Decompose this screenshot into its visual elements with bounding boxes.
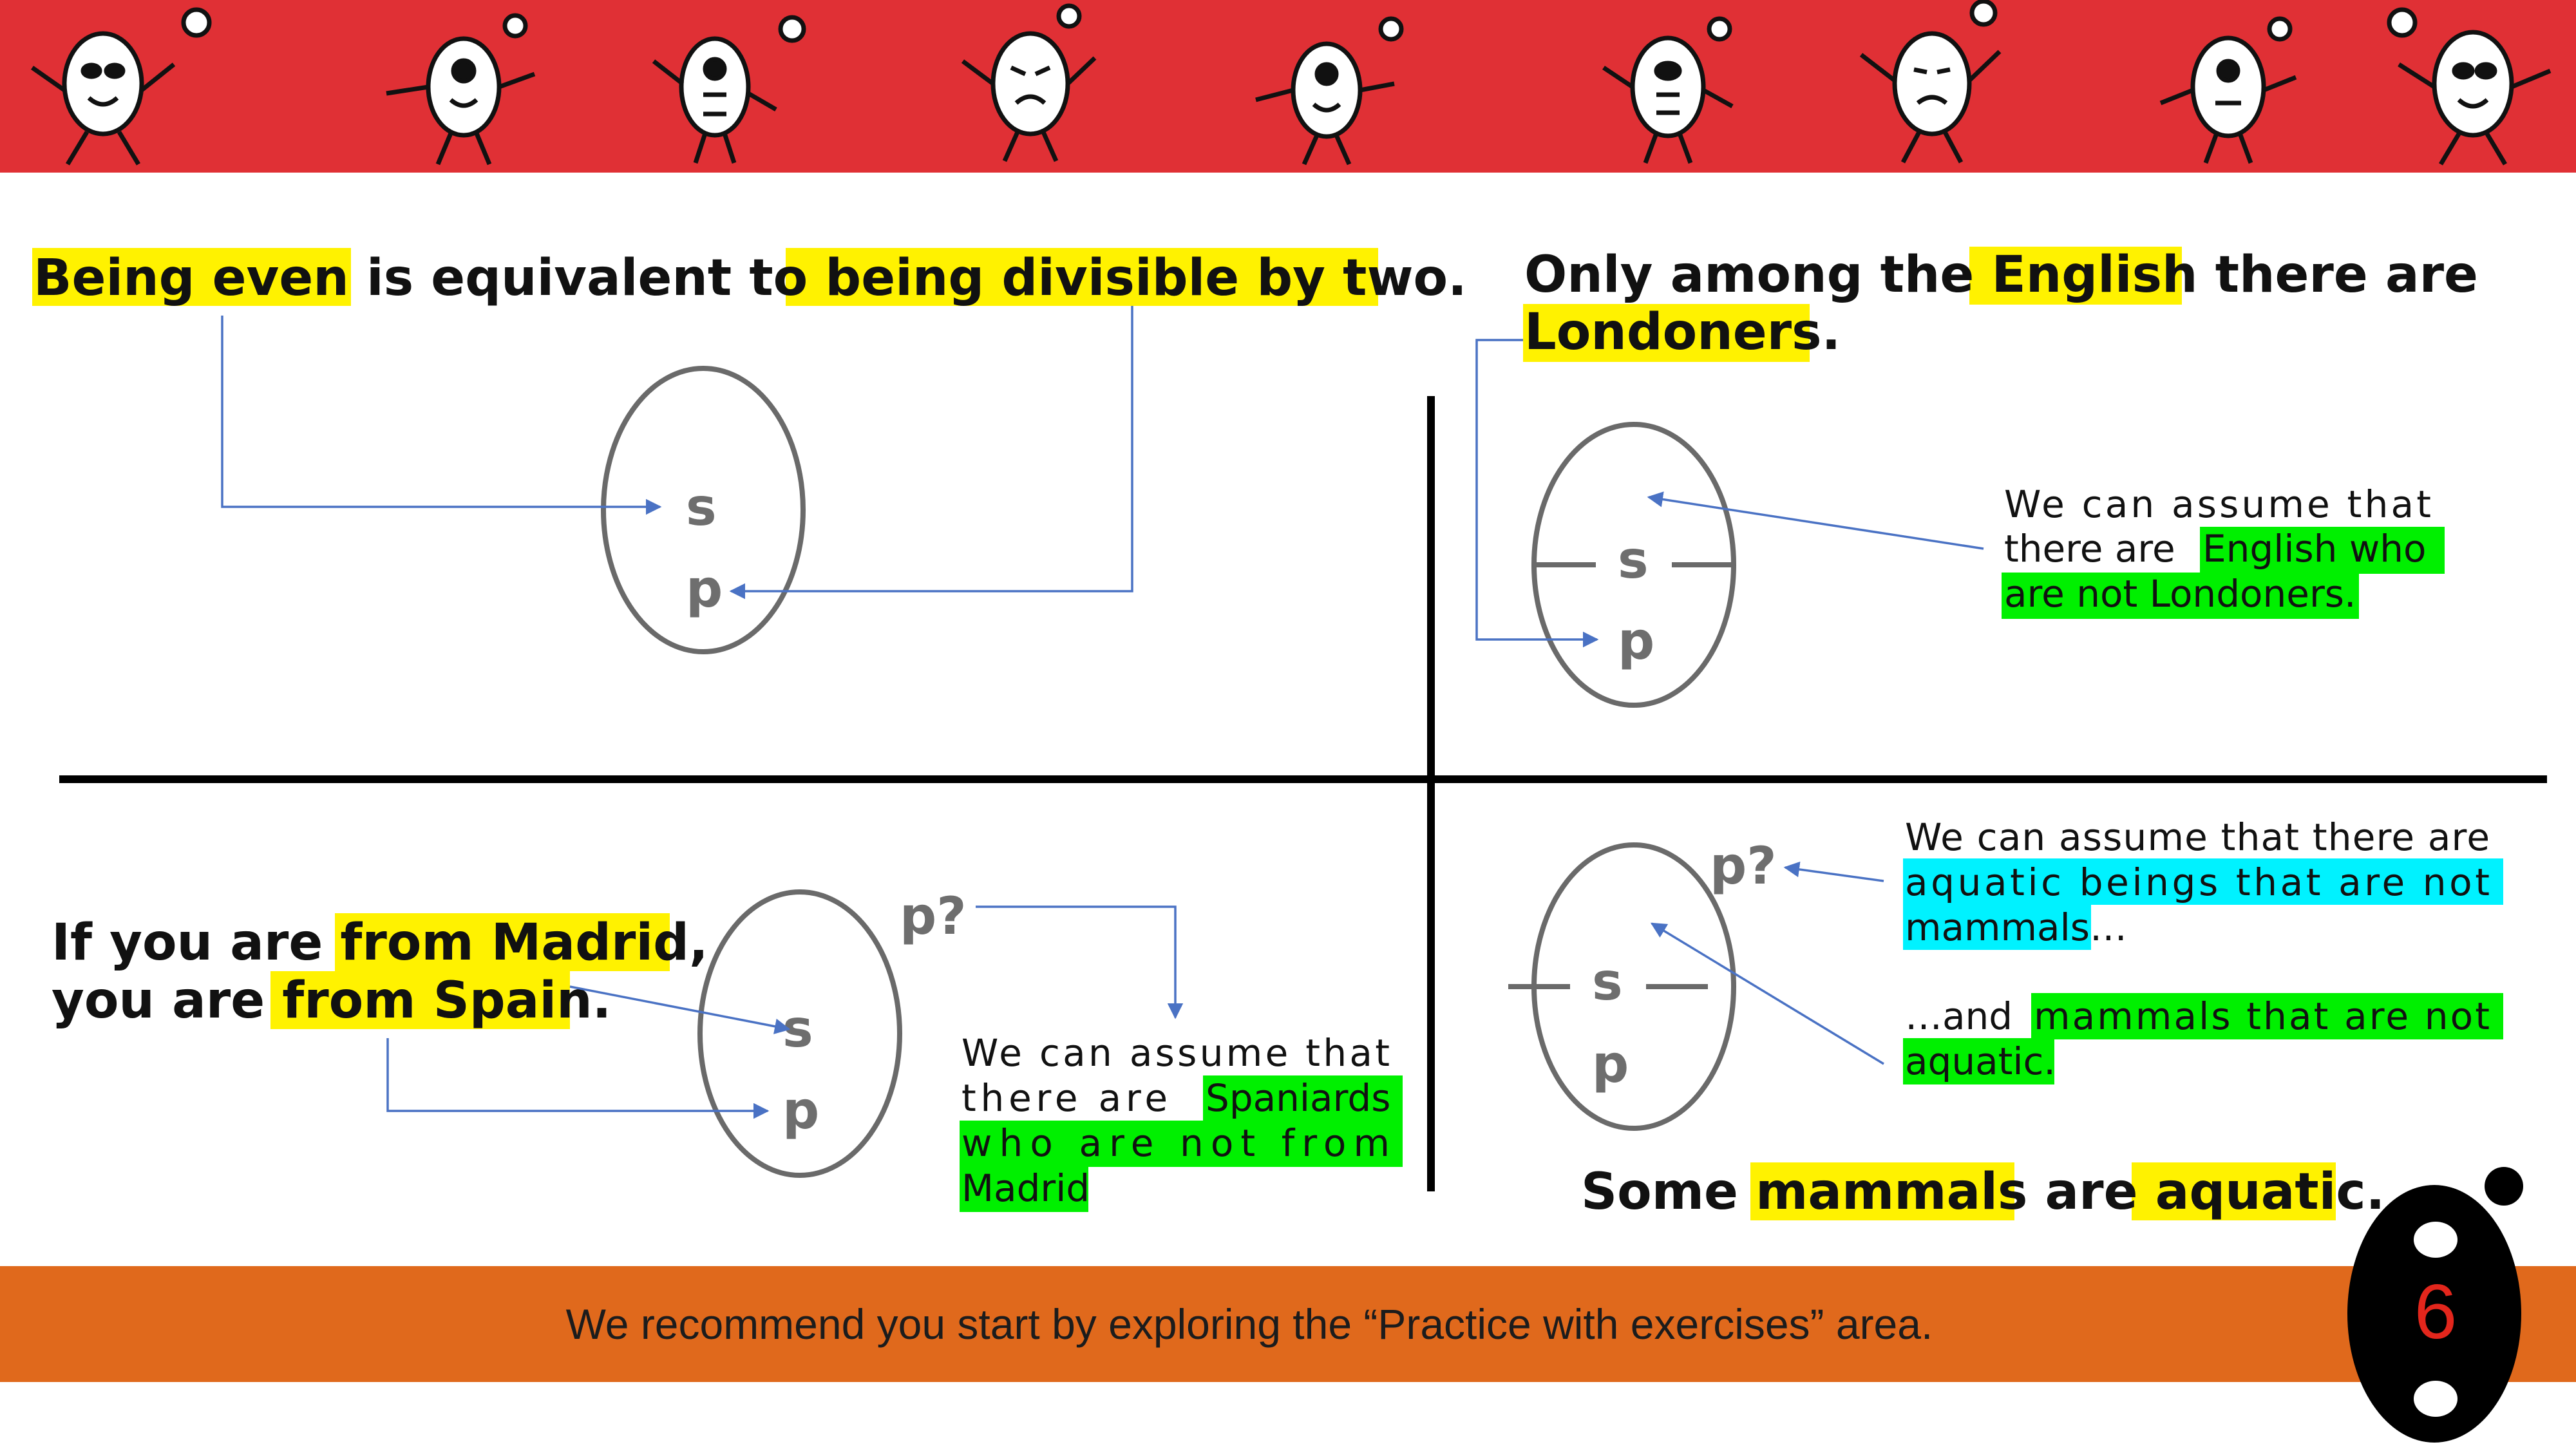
label-s: s — [686, 477, 717, 537]
connector-arrow — [221, 316, 662, 515]
banner-figure — [961, 3, 1097, 162]
banner-figure — [1255, 16, 1404, 166]
note-line: there are — [961, 1076, 1168, 1120]
banner-figure — [2387, 7, 2552, 166]
panel-bottom-right: s p p? We can assume that there are aqua… — [1508, 815, 2503, 1221]
panel-top-right: Only among the English there are Londone… — [1475, 246, 2478, 708]
statement-bottom-right: Some mammals are aquatic. — [1581, 1163, 2385, 1221]
label-p: p — [1618, 611, 1654, 671]
label-s: s — [1592, 952, 1623, 1012]
label-p: p — [782, 1081, 819, 1141]
banner-figures — [30, 0, 2552, 166]
banner-figure — [30, 7, 212, 166]
note-line: mammals… — [1905, 905, 2127, 949]
page-badge-eye — [2414, 1222, 2458, 1258]
page-number: 6 — [2414, 1269, 2458, 1355]
page-badge-dot — [2485, 1167, 2523, 1206]
label-p: p — [686, 559, 723, 619]
note-line: We can assume that there are — [1905, 815, 2490, 859]
banner-figure — [386, 13, 536, 166]
page-badge-eye — [2414, 1381, 2458, 1417]
note-line: …and — [1905, 994, 2012, 1038]
note-line: Madrid — [961, 1166, 1090, 1210]
statement-top-right-line1: Only among the English there are — [1524, 246, 2478, 304]
banner-figure — [1859, 0, 2002, 164]
note-line: We can assume that — [2004, 482, 2431, 526]
note-line: We can assume that — [961, 1031, 1390, 1075]
note-line: aquatic. — [1905, 1039, 2056, 1083]
note-line: Spaniards — [1206, 1076, 1390, 1120]
connector-arrow — [1647, 491, 1984, 550]
label-p: p — [1592, 1034, 1629, 1094]
note-line: there are — [2004, 527, 2175, 571]
logic-diagram: Being even is equivalent to being divisi… — [30, 0, 2552, 1443]
connector-arrow — [976, 905, 1184, 1019]
connector-arrow — [1650, 922, 1884, 1065]
banner-figure — [1602, 16, 1734, 164]
statement-top-left: Being even is equivalent to being divisi… — [33, 249, 1467, 307]
label-s: s — [1618, 530, 1649, 590]
panel-top-left: Being even is equivalent to being divisi… — [32, 248, 1467, 654]
panel-bottom-left: If you are from Madrid, you are from Spa… — [52, 886, 1403, 1212]
label-p-question: p? — [1710, 836, 1777, 896]
banner-figure — [652, 15, 806, 164]
note-line: are not Londoners. — [2004, 572, 2356, 616]
connector-arrow — [1783, 861, 1884, 882]
statement-top-right-line2: Londoners. — [1524, 303, 1841, 361]
statement-bottom-left-line2: you are from Spain. — [52, 972, 611, 1030]
banner-figure — [2159, 16, 2297, 164]
label-p-question: p? — [900, 886, 967, 946]
statement-bottom-left-line1: If you are from Madrid, — [52, 914, 708, 972]
note-line: English who — [2202, 527, 2427, 571]
